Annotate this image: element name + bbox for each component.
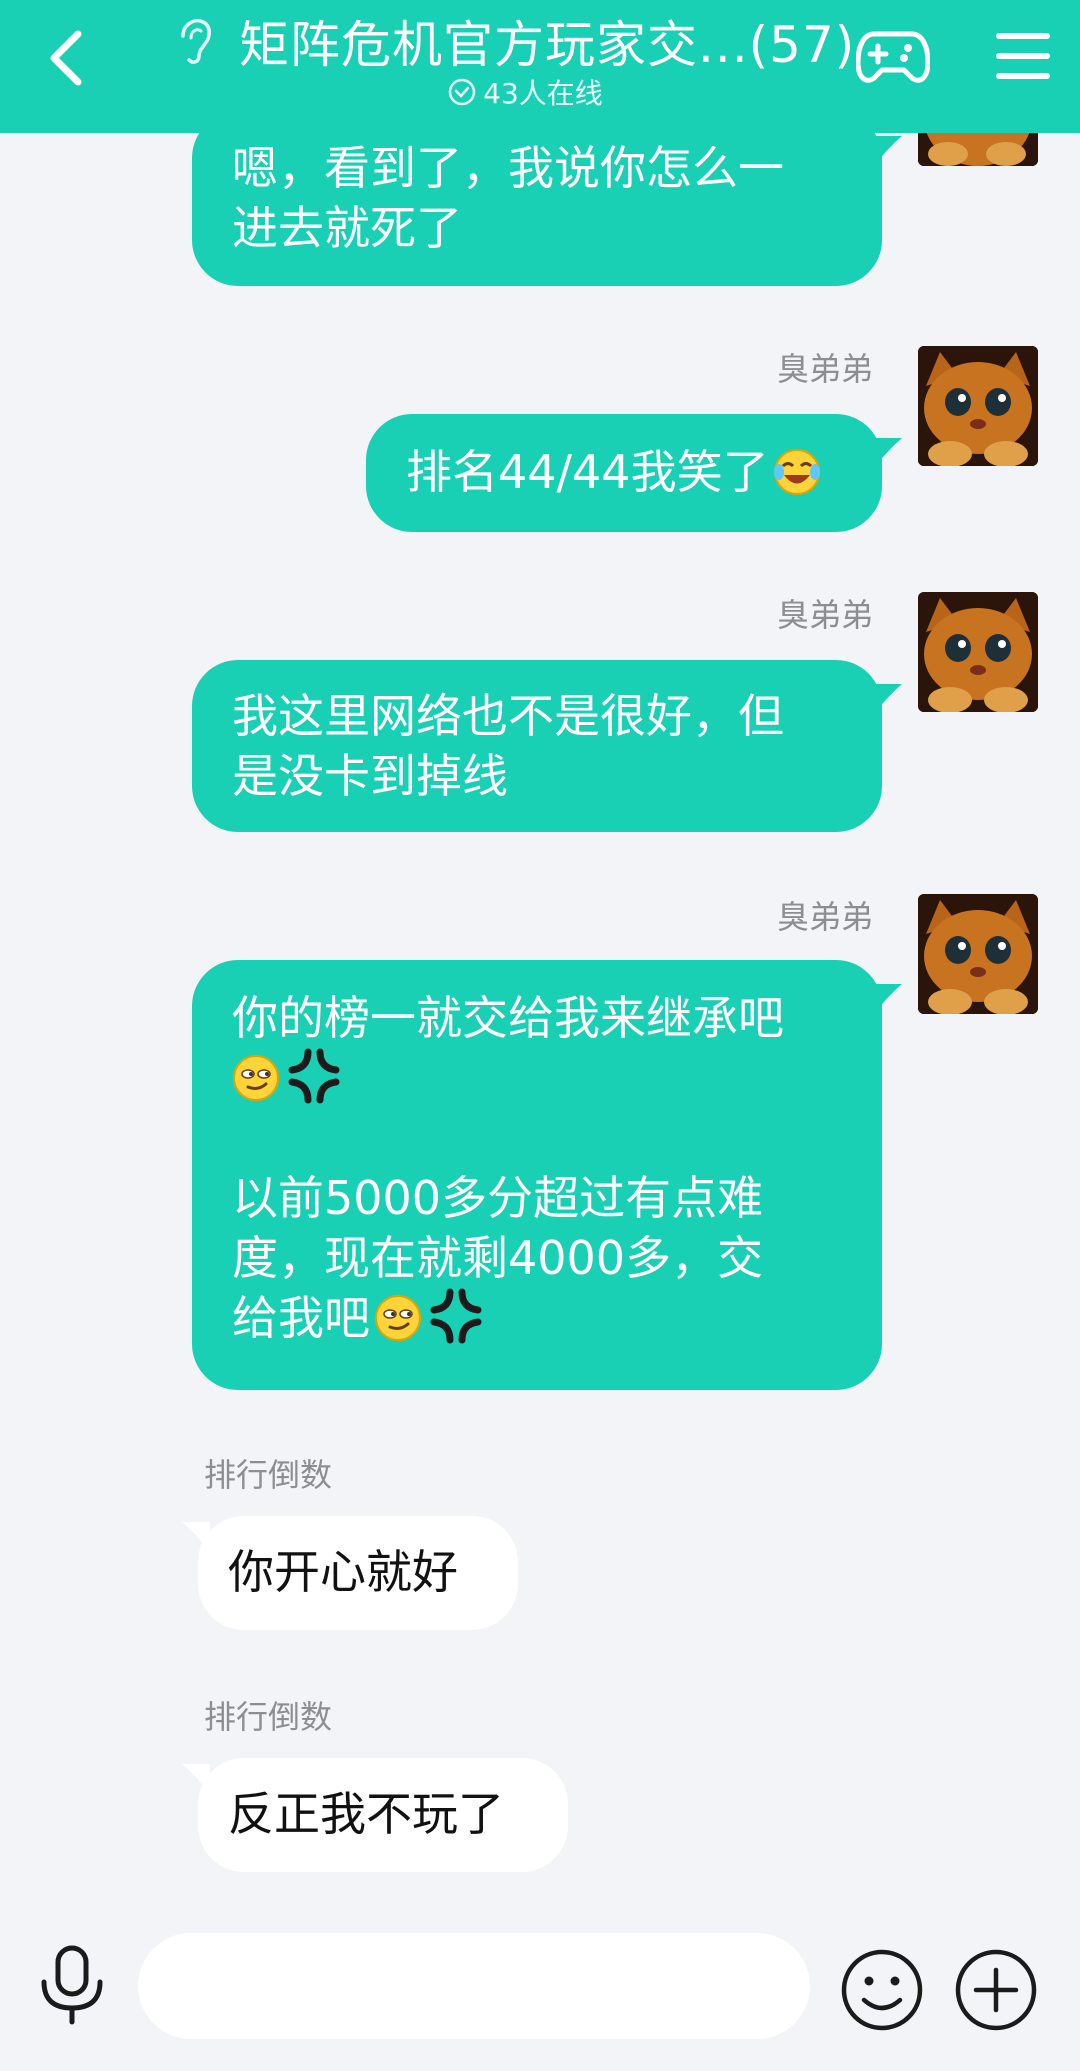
- smirk-emoji-icon: [233, 1055, 279, 1101]
- cat-avatar-image: [918, 346, 1038, 466]
- message-text: 排名44/44我笑了: [406, 445, 769, 499]
- message-bubble[interactable]: 你开心就好: [198, 1516, 518, 1630]
- bubble-tail: [874, 684, 902, 714]
- message-text-line: 以前5000多分超过有点难: [232, 1171, 764, 1225]
- message-text-line: 进去就死了: [232, 201, 462, 255]
- group-title-row[interactable]: 矩阵危机官方玩家交...(57): [175, 6, 855, 76]
- bubble-tail: [874, 438, 902, 468]
- input-bar: [0, 1900, 1080, 2071]
- check-circle-icon: [448, 78, 476, 106]
- emoji-line: [232, 1048, 842, 1108]
- bubble-tail: [874, 984, 902, 1014]
- sender-name: 排行倒数: [204, 1456, 333, 1494]
- plus-circle-icon[interactable]: [954, 1948, 1038, 2032]
- message-text-line: 是没卡到掉线: [232, 749, 508, 803]
- message-bubble[interactable]: 我这里网络也不是很好，但 是没卡到掉线: [192, 660, 882, 832]
- message-bubble[interactable]: 嗯，看到了，我说你怎么一 进去就死了: [192, 112, 882, 286]
- sender-name: 臭弟弟: [776, 898, 873, 936]
- microphone-icon[interactable]: [36, 1944, 108, 2026]
- message-text: 你开心就好: [228, 1545, 458, 1599]
- message-text-line: 你的榜一就交给我来继承吧: [232, 991, 784, 1045]
- sender-name: 臭弟弟: [776, 350, 873, 388]
- online-count-label: 43人在线: [483, 77, 603, 110]
- smirk-emoji-icon: [375, 1295, 421, 1341]
- avatar[interactable]: [918, 346, 1038, 466]
- cat-avatar-image: [918, 894, 1038, 1014]
- cat-avatar-image: [918, 592, 1038, 712]
- message-bubble[interactable]: 你的榜一就交给我来继承吧 以前5000多分超过有点难 度，现在就剩4000多，交…: [192, 960, 882, 1390]
- message-text-line: 我这里网络也不是很好，但: [232, 689, 784, 743]
- chat-header: 矩阵危机官方玩家交...(57) 43人在线: [0, 0, 1080, 133]
- message-bubble[interactable]: 反正我不玩了: [198, 1758, 568, 1872]
- sender-name: 臭弟弟: [776, 596, 873, 634]
- emoji-smile-icon[interactable]: [840, 1948, 924, 2032]
- menu-icon[interactable]: [996, 30, 1050, 82]
- gamepad-icon[interactable]: [856, 24, 930, 88]
- message-bubble[interactable]: 排名44/44我笑了: [366, 414, 882, 532]
- anger-symbol-icon: [430, 1288, 482, 1344]
- avatar[interactable]: [918, 894, 1038, 1014]
- message-text-line: 嗯，看到了，我说你怎么一: [232, 141, 784, 195]
- group-title: 矩阵危机官方玩家交...(57): [239, 16, 856, 74]
- tears-of-joy-emoji-icon: [773, 449, 820, 495]
- avatar[interactable]: [918, 592, 1038, 712]
- message-input[interactable]: [138, 1933, 810, 2039]
- ear-icon: [181, 19, 211, 64]
- message-text-line: 给我吧: [232, 1291, 370, 1345]
- sender-name: 排行倒数: [204, 1698, 333, 1736]
- message-text: 反正我不玩了: [228, 1787, 504, 1841]
- bubble-tail: [874, 136, 902, 166]
- message-text-line: 度，现在就剩4000多，交: [232, 1231, 764, 1285]
- anger-symbol-icon: [288, 1048, 340, 1104]
